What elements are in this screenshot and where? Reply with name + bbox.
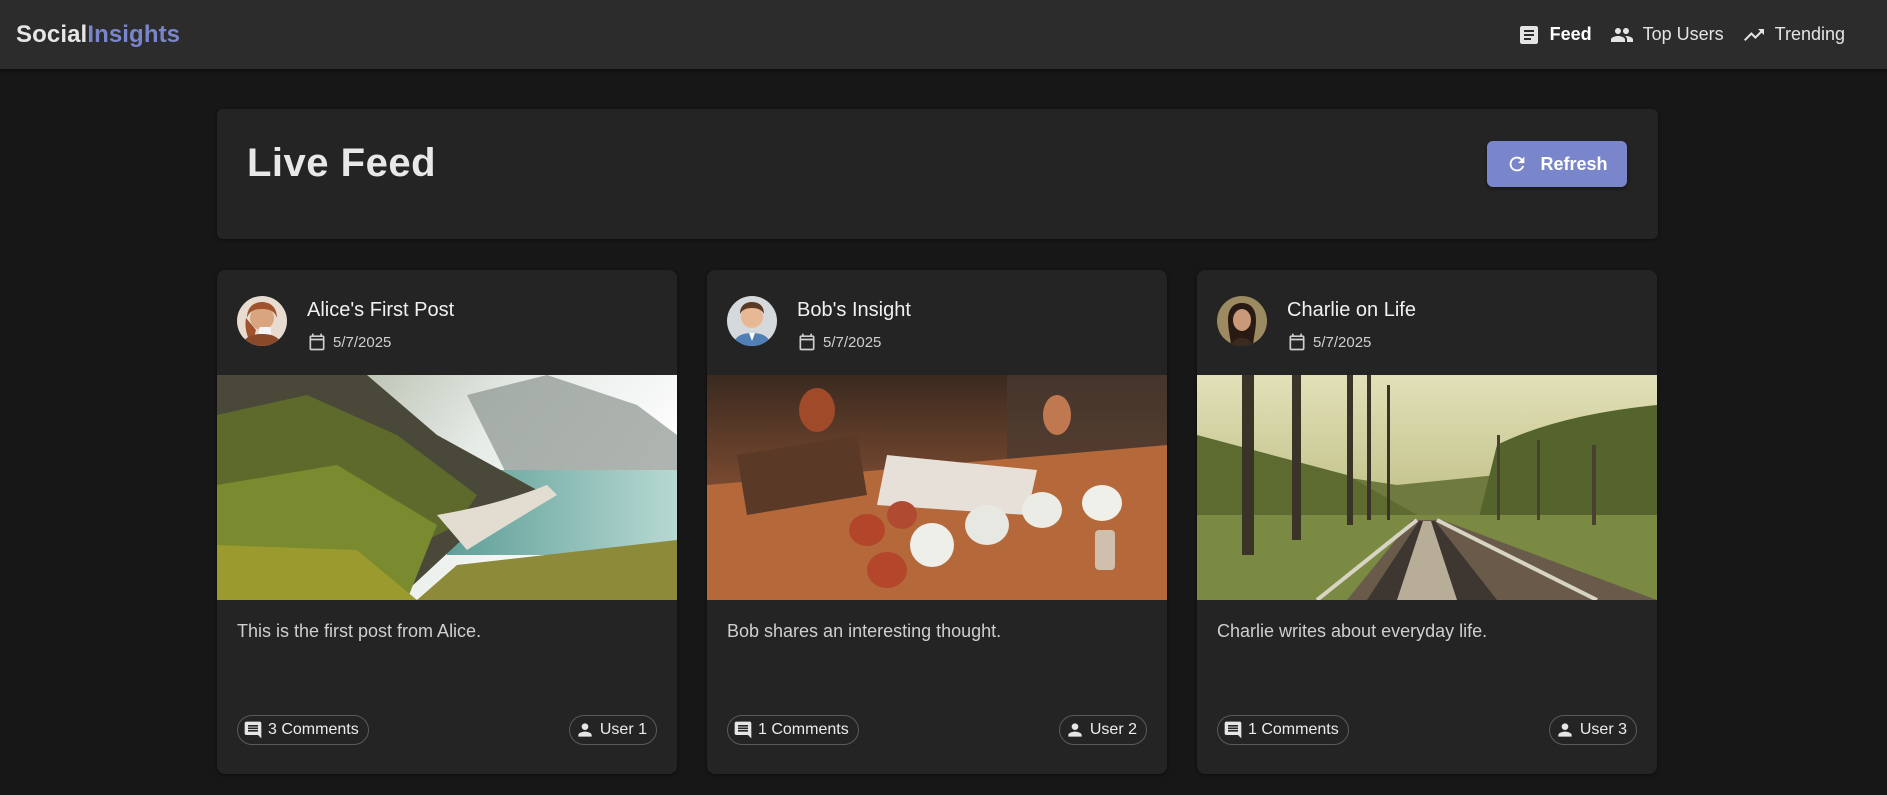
- post-title[interactable]: Charlie on Life: [1287, 299, 1416, 322]
- main-nav: Feed Top Users Trending: [1515, 19, 1847, 51]
- user-name: User 1: [599, 721, 647, 738]
- post-body: Bob shares an interesting thought.: [727, 621, 1002, 641]
- post-card[interactable]: Charlie on Life 5/7/2025 Charlie writes …: [1197, 270, 1657, 774]
- user-name: User 3: [1579, 721, 1627, 738]
- user-name: User 2: [1089, 721, 1137, 738]
- nav-feed[interactable]: Feed: [1515, 19, 1594, 51]
- comments-count: 1 Comments: [758, 721, 849, 738]
- app-bar: SocialInsights Feed Top Users Trending: [0, 0, 1887, 69]
- post-date-label: 5/7/2025: [333, 333, 392, 351]
- page-title: Live Feed: [247, 141, 437, 185]
- person-icon: [1068, 723, 1082, 737]
- nav-top-users-label: Top Users: [1642, 24, 1724, 44]
- post-body: Charlie writes about everyday life.: [1217, 621, 1488, 641]
- avatar[interactable]: [1217, 296, 1267, 346]
- comments-chip[interactable]: 1 Comments: [727, 715, 859, 745]
- post-grid: Alice's First Post 5/7/2025 This is the …: [217, 270, 1658, 774]
- user-chip[interactable]: User 2: [1058, 715, 1147, 745]
- comments-count: 3 Comments: [268, 721, 359, 738]
- refresh-button-label: Refresh: [1540, 153, 1608, 174]
- post-image-cups-on-table: [707, 375, 1167, 600]
- post-card[interactable]: Alice's First Post 5/7/2025 This is the …: [217, 270, 677, 774]
- comment-icon: [1224, 721, 1242, 739]
- post-date: 5/7/2025: [307, 332, 391, 352]
- comments-chip[interactable]: 1 Comments: [1217, 715, 1349, 745]
- user-chip[interactable]: User 1: [568, 715, 657, 745]
- avatar-image: [727, 296, 777, 346]
- refresh-button[interactable]: Refresh: [1487, 141, 1627, 187]
- post-body: This is the first post from Alice.: [237, 621, 482, 641]
- refresh-icon: [1510, 156, 1525, 172]
- post-image-railway-tracks: [1197, 375, 1657, 600]
- person-icon: [1558, 723, 1572, 737]
- comment-icon: [734, 721, 752, 739]
- article-icon: [1519, 25, 1538, 44]
- brand-logo[interactable]: SocialInsights: [16, 21, 180, 49]
- person-icon: [578, 723, 592, 737]
- trending-up-icon: [1743, 28, 1764, 41]
- post-title[interactable]: Alice's First Post: [307, 299, 454, 322]
- calendar-icon: [309, 333, 325, 351]
- avatar[interactable]: [727, 296, 777, 346]
- calendar-icon: [1289, 333, 1305, 351]
- post-image-mountain-beach: [217, 375, 677, 600]
- feed-header: Live Feed Refresh: [217, 109, 1658, 239]
- nav-top-users[interactable]: Top Users: [1608, 19, 1726, 51]
- brand-part-insights: Insights: [87, 20, 181, 48]
- comments-count: 1 Comments: [1248, 721, 1339, 738]
- people-icon: [1610, 27, 1633, 42]
- post-card-header: Bob's Insight 5/7/2025: [727, 296, 1147, 351]
- post-date: 5/7/2025: [1287, 332, 1371, 352]
- avatar-image: [237, 296, 287, 346]
- brand-part-social: Social: [16, 20, 88, 48]
- post-card[interactable]: Bob's Insight 5/7/2025 Bob shares an int…: [707, 270, 1167, 774]
- post-title[interactable]: Bob's Insight: [797, 299, 911, 322]
- nav-trending-label: Trending: [1774, 24, 1845, 44]
- post-date: 5/7/2025: [797, 332, 881, 352]
- post-date-label: 5/7/2025: [1313, 333, 1372, 351]
- nav-feed-label: Feed: [1549, 24, 1592, 44]
- post-date-label: 5/7/2025: [823, 333, 882, 351]
- nav-trending[interactable]: Trending: [1740, 19, 1847, 51]
- post-card-header: Alice's First Post 5/7/2025: [237, 296, 657, 351]
- user-chip[interactable]: User 3: [1548, 715, 1637, 745]
- avatar-image: [1217, 296, 1267, 346]
- avatar[interactable]: [237, 296, 287, 346]
- calendar-icon: [799, 333, 815, 351]
- comments-chip[interactable]: 3 Comments: [237, 715, 369, 745]
- comment-icon: [244, 721, 262, 739]
- post-card-header: Charlie on Life 5/7/2025: [1217, 296, 1637, 351]
